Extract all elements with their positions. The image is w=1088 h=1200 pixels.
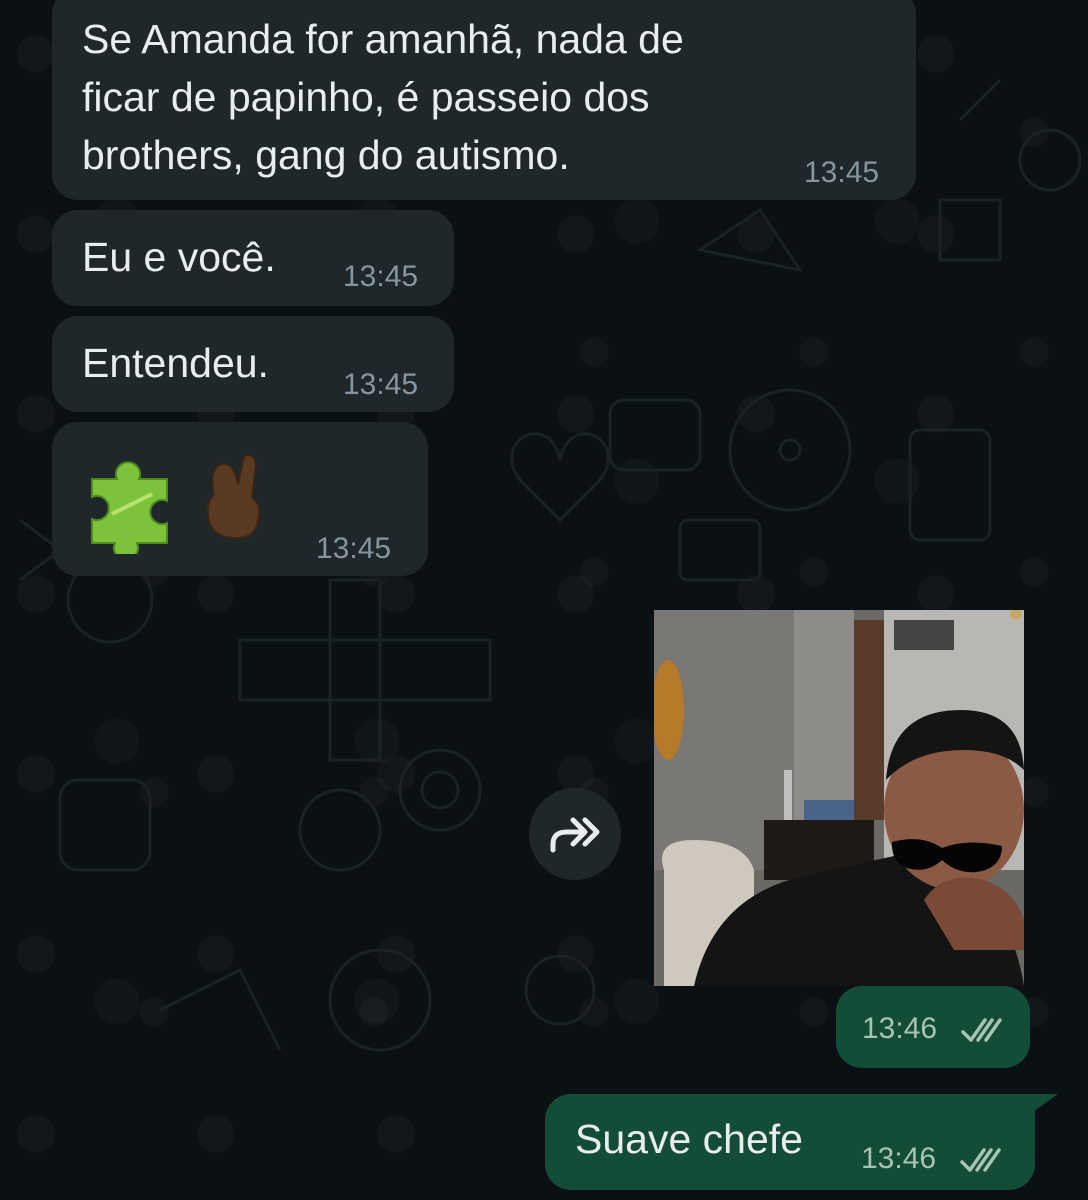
incoming-message-bubble[interactable]: Eu e você. 13:45: [52, 210, 454, 306]
message-text: Suave chefe: [575, 1116, 803, 1162]
message-timestamp: 13:45: [316, 532, 392, 565]
message-timestamp: 13:45: [343, 368, 419, 401]
incoming-message-bubble[interactable]: Entendeu. 13:45: [52, 316, 454, 412]
forward-icon: [550, 817, 600, 853]
message-timestamp: 13:46: [861, 1142, 937, 1175]
double-check-icon: [961, 1018, 1002, 1042]
crossed-fingers-icon: [206, 454, 261, 540]
message-text: Eu e você.: [82, 234, 276, 280]
double-check-icon: [960, 1148, 1001, 1172]
puzzle-piece-icon: [91, 461, 168, 561]
bubble-tail: [1030, 1094, 1058, 1114]
outgoing-message-bubble[interactable]: Suave chefe 13:46: [545, 1094, 1035, 1190]
outgoing-message-bubble[interactable]: 13:46: [836, 986, 1030, 1068]
video-frame-image: [654, 610, 1024, 986]
message-timestamp: 13:46: [862, 1012, 938, 1045]
forward-button[interactable]: [529, 788, 621, 880]
emoji-content: [82, 454, 282, 561]
video-message-thumbnail[interactable]: [654, 610, 1024, 986]
message-timestamp: 13:45: [804, 156, 880, 189]
message-timestamp: 13:45: [343, 260, 419, 293]
incoming-message-bubble[interactable]: Se Amanda for amanhã, nada de ficar de p…: [52, 0, 916, 200]
message-text: Se Amanda for amanhã, nada de ficar de p…: [82, 16, 684, 178]
message-text: Entendeu.: [82, 340, 269, 386]
